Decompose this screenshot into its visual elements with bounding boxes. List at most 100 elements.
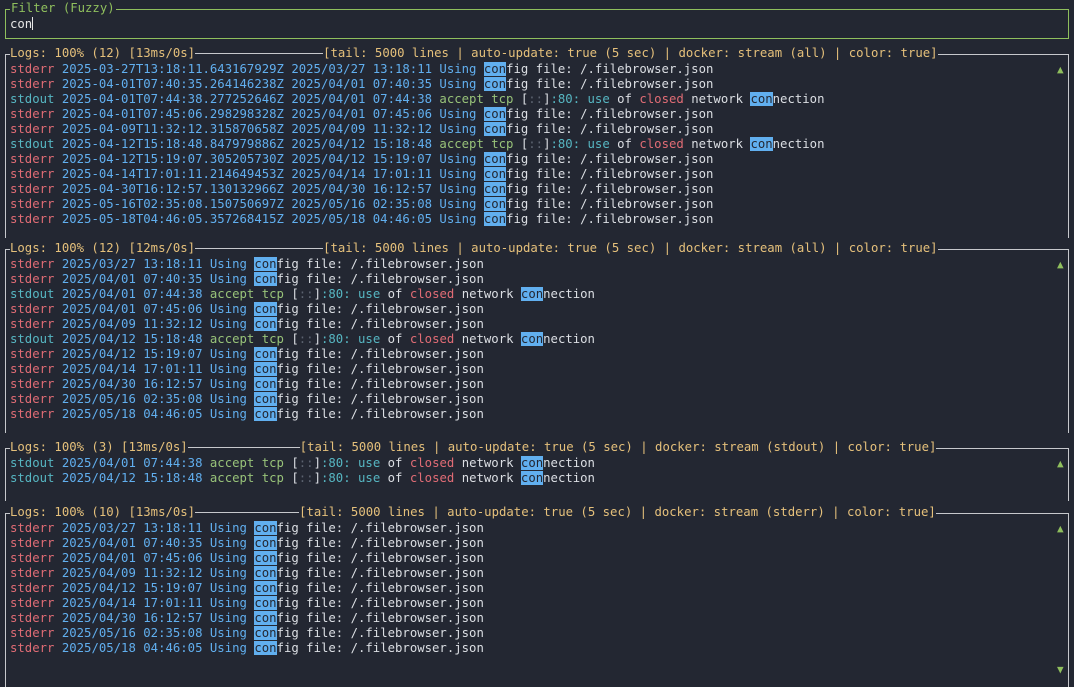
match-highlight: con xyxy=(254,536,277,550)
log-word: Using xyxy=(209,392,247,406)
log-message: fig file: /.filebrowser.json xyxy=(276,317,484,331)
scroll-up-icon[interactable]: ▲ xyxy=(1057,64,1064,75)
log-word: closed xyxy=(409,287,455,301)
log-word: network xyxy=(461,287,514,301)
match-highlight: con xyxy=(520,471,544,485)
log-timestamp: 2025/04/01 07:45:06 xyxy=(61,551,203,565)
text-cursor xyxy=(32,17,34,30)
filter-frame xyxy=(5,9,1069,39)
log-message: fig file: /.filebrowser.json xyxy=(276,641,484,655)
log-timestamp: 2025/04/01 07:44:38 xyxy=(61,456,203,470)
log-timestamp: 2025/04/09 11:32:12 xyxy=(61,317,203,331)
log-word: Using xyxy=(209,521,247,535)
log-word: Using xyxy=(439,122,477,136)
title-divider xyxy=(187,447,300,448)
stream-label: stdout xyxy=(10,471,55,485)
stream-label: stderr xyxy=(10,641,55,655)
log-timestamp: 2025/04/09 11:32:12 xyxy=(291,122,433,136)
log-message: fig file: /.filebrowser.json xyxy=(506,107,714,121)
title-divider xyxy=(195,53,324,54)
log-timestamp: 2025/03/27 13:18:11 xyxy=(61,521,203,535)
match-highlight: con xyxy=(520,287,544,301)
log-timestamp: 2025/04/01 07:40:35 xyxy=(61,272,203,286)
match-highlight: con xyxy=(254,566,277,580)
log-message: ] xyxy=(313,332,321,346)
scroll-up-icon[interactable]: ▲ xyxy=(1057,523,1064,534)
log-timestamp: 2025/05/16 02:35:08 xyxy=(61,392,203,406)
log-timestamp: 2025/04/12 15:19:07 xyxy=(61,581,203,595)
log-line: stderr 2025/04/12 15:19:07 Using config … xyxy=(10,347,595,362)
log-message: :80: xyxy=(320,287,351,301)
log-word: Using xyxy=(439,62,477,76)
match-highlight: con xyxy=(520,332,544,346)
filter-input[interactable]: con xyxy=(10,17,34,32)
stream-label: stderr xyxy=(10,392,55,406)
match-highlight: con xyxy=(483,182,507,196)
stream-label: stderr xyxy=(10,626,55,640)
log-message: ] xyxy=(313,471,321,485)
log-message: ] xyxy=(313,287,321,301)
title-divider xyxy=(195,248,324,249)
panel-4-titlebar: Logs: 100% (10) [13ms/0s] [tail: 5000 lin… xyxy=(10,505,936,520)
log-timestamp: 2025/04/01 07:45:06 xyxy=(61,302,203,316)
log-line: stderr 2025-04-01T07:40:35.264146238Z 20… xyxy=(10,77,824,92)
scroll-down-icon[interactable]: ▼ xyxy=(1057,664,1064,675)
log-word: of xyxy=(387,471,403,485)
log-line: stderr 2025/04/12 15:19:07 Using config … xyxy=(10,581,484,596)
match-highlight: con xyxy=(750,137,773,151)
log-word: accept tcp xyxy=(439,137,514,151)
log-word: Using xyxy=(439,182,477,196)
match-highlight: con xyxy=(483,167,507,181)
log-message: fig file: /.filebrowser.json xyxy=(506,152,714,166)
stream-label: stderr xyxy=(10,377,55,391)
docker-timestamp: 2025-05-16T02:35:08.150750697Z xyxy=(61,197,284,211)
log-line: stderr 2025/04/01 07:45:06 Using config … xyxy=(10,551,484,566)
log-line: stdout 2025/04/12 15:18:48 accept tcp [:… xyxy=(10,332,595,347)
log-timestamp: 2025/04/30 16:12:57 xyxy=(61,377,203,391)
log-word: Using xyxy=(209,257,247,271)
log-message: fig file: /.filebrowser.json xyxy=(506,122,714,136)
log-message: ] xyxy=(543,137,551,151)
log-word: closed xyxy=(409,332,455,346)
log-word: closed xyxy=(409,471,455,485)
scroll-up-icon[interactable]: ▲ xyxy=(1057,259,1064,270)
log-word: network xyxy=(691,92,744,106)
log-word: Using xyxy=(209,362,247,376)
log-word: network xyxy=(461,332,514,346)
stream-label: stderr xyxy=(10,272,55,286)
match-highlight: con xyxy=(254,596,277,610)
log-word: closed xyxy=(409,456,455,470)
log-message: fig file: /.filebrowser.json xyxy=(276,347,484,361)
log-message: fig file: /.filebrowser.json xyxy=(506,62,714,76)
log-word: Using xyxy=(439,152,477,166)
log-message: [ xyxy=(291,287,299,301)
scroll-up-icon[interactable]: ▲ xyxy=(1057,458,1064,469)
log-word: Using xyxy=(209,407,247,421)
stream-label: stderr xyxy=(10,551,55,565)
log-line: stderr 2025/04/14 17:01:11 Using config … xyxy=(10,362,595,377)
stream-label: stderr xyxy=(10,197,55,211)
match-highlight: con xyxy=(254,641,277,655)
log-message: fig file: /.filebrowser.json xyxy=(276,521,484,535)
docker-timestamp: 2025-04-01T07:45:06.298298328Z xyxy=(61,107,284,121)
log-word: nection xyxy=(543,287,595,301)
panel-1-stats: Logs: 100% (12) [13ms/0s] xyxy=(10,46,196,60)
match-highlight: con xyxy=(483,107,507,121)
log-line: stdout 2025-04-12T15:18:48.847979886Z 20… xyxy=(10,137,824,152)
log-timestamp: 2025/05/18 04:46:05 xyxy=(61,641,203,655)
log-word: of xyxy=(617,92,632,106)
panel-4-log-lines: stderr 2025/03/27 13:18:11 Using config … xyxy=(10,521,484,655)
log-message: fig file: /.filebrowser.json xyxy=(276,551,484,565)
log-word: network xyxy=(461,471,514,485)
docker-timestamp: 2025-04-01T07:40:35.264146238Z xyxy=(61,77,284,91)
panel-3-titlebar: Logs: 100% (3) [13ms/0s] [tail: 5000 line… xyxy=(10,440,937,455)
log-message: fig file: /.filebrowser.json xyxy=(276,272,484,286)
log-message: :80: xyxy=(550,92,581,106)
match-highlight: con xyxy=(254,272,277,286)
log-word: nection xyxy=(772,137,825,151)
log-message: fig file: /.filebrowser.json xyxy=(276,392,484,406)
log-word: Using xyxy=(209,566,247,580)
stream-label: stderr xyxy=(10,536,55,550)
log-message: fig file: /.filebrowser.json xyxy=(276,362,484,376)
stream-label: stderr xyxy=(10,152,55,166)
